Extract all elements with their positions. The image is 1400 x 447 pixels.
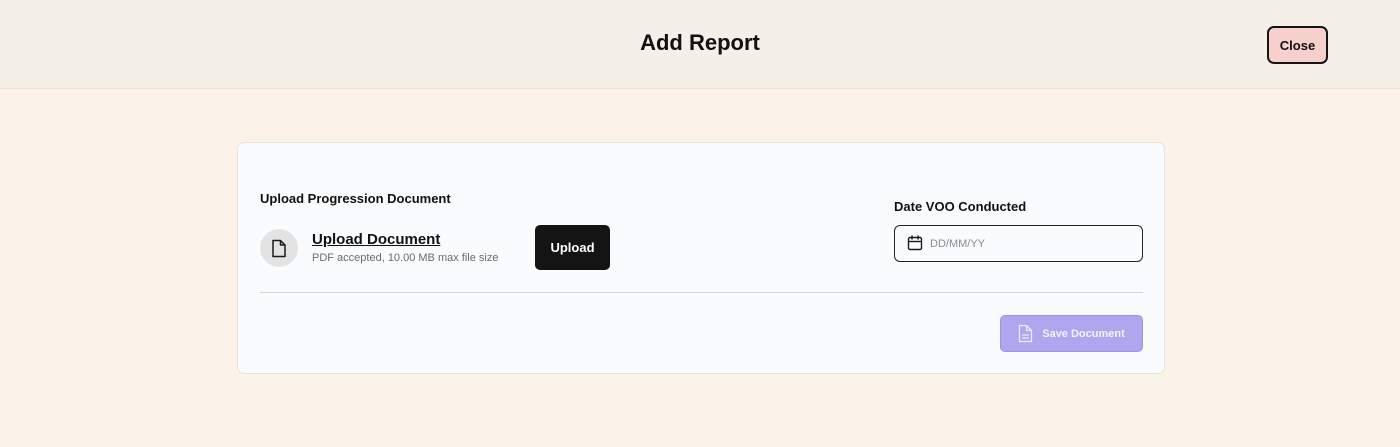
calendar-icon [907,235,923,251]
date-input[interactable] [930,226,1135,261]
divider [260,292,1143,293]
save-document-button[interactable]: Save Document [1000,315,1143,352]
report-form-card: Upload Progression Document Upload Docum… [237,142,1165,374]
date-field[interactable] [894,225,1143,262]
document-icon [1019,324,1033,343]
date-label: Date VOO Conducted [894,199,1027,214]
upload-document-link[interactable]: Upload Document [312,231,440,248]
close-button[interactable]: Close [1267,26,1328,64]
upload-section-label: Upload Progression Document [260,191,451,206]
file-icon [260,229,298,267]
upload-button[interactable]: Upload [535,225,610,270]
save-document-label: Save Document [1042,327,1125,340]
modal-title: Add Report [640,30,760,55]
modal-header: Add Report Close [0,0,1400,89]
upload-hint: PDF accepted, 10.00 MB max file size [312,252,499,264]
